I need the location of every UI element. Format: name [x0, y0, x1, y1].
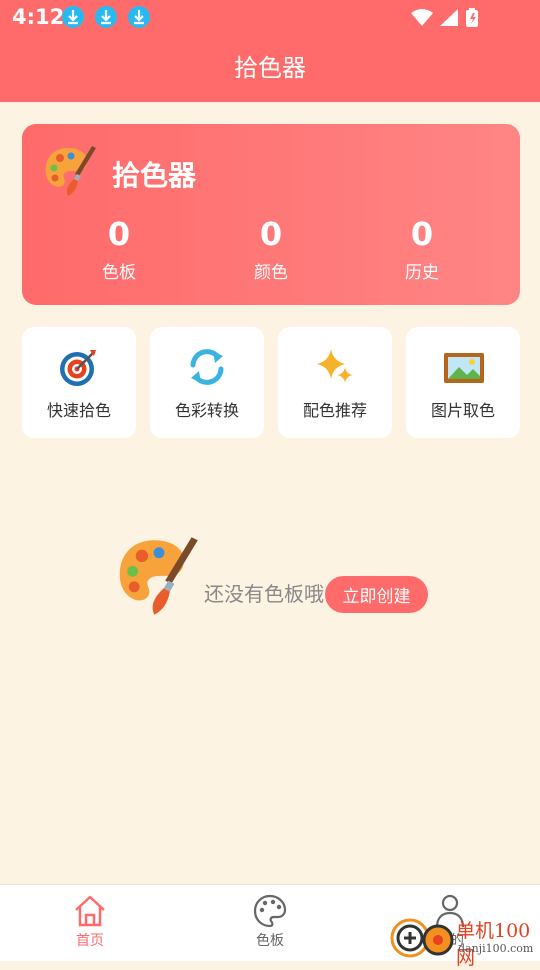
nav-item-palettes[interactable]: 色板: [210, 893, 330, 950]
status-bar: 4:12: [0, 0, 540, 36]
signal-icon: [440, 9, 458, 26]
palette-outline-icon: [253, 894, 287, 928]
system-icons: [410, 8, 500, 32]
tile-label: 快速拾色: [46, 401, 111, 420]
download-icon: [95, 6, 117, 28]
color-convert-button[interactable]: 色彩转换: [150, 327, 264, 438]
nav-label: 色板: [256, 933, 284, 949]
nav-item-home[interactable]: 首页: [30, 893, 150, 950]
create-palette-button[interactable]: 立即创建: [325, 576, 428, 613]
sparkle-icon: [317, 349, 353, 383]
stat-colors: 0 颜色: [211, 216, 331, 283]
empty-state-text: 还没有色板哦: [204, 582, 324, 606]
stat-history: 0 历史: [362, 216, 482, 283]
palette-icon: [45, 146, 96, 196]
summary-card: 拾色器 0 色板 0 颜色 0 历史: [22, 124, 520, 305]
image-pick-button[interactable]: 图片取色: [406, 327, 520, 438]
app-bar: 拾色器: [0, 36, 540, 102]
color-scheme-button[interactable]: 配色推荐: [278, 327, 392, 438]
tile-label: 图片取色: [430, 401, 495, 420]
tile-label: 色彩转换: [174, 401, 239, 420]
status-time: 4:12: [12, 5, 65, 29]
stat-value: 0: [259, 215, 283, 253]
target-icon: [60, 350, 96, 386]
refresh-icon: [190, 349, 224, 385]
home-icon: [75, 895, 105, 927]
watermark-url: danji100.com: [458, 942, 534, 955]
picture-icon: [444, 353, 484, 383]
download-icon: [128, 6, 150, 28]
stat-label: 色板: [102, 263, 136, 283]
wifi-icon: [411, 9, 433, 26]
page-title: 拾色器: [234, 54, 306, 82]
watermark-logo: [390, 918, 454, 958]
tile-label: 配色推荐: [302, 401, 367, 420]
palette-icon: [119, 537, 198, 615]
nav-label: 首页: [76, 933, 104, 949]
stat-value: 0: [107, 215, 131, 253]
summary-title: 拾色器: [112, 159, 197, 192]
quick-pick-button[interactable]: 快速拾色: [22, 327, 136, 438]
stat-palettes: 0 色板: [59, 216, 179, 283]
download-icon: [62, 6, 84, 28]
stat-value: 0: [410, 215, 434, 253]
stat-label: 历史: [405, 263, 439, 283]
stat-label: 颜色: [254, 263, 288, 283]
